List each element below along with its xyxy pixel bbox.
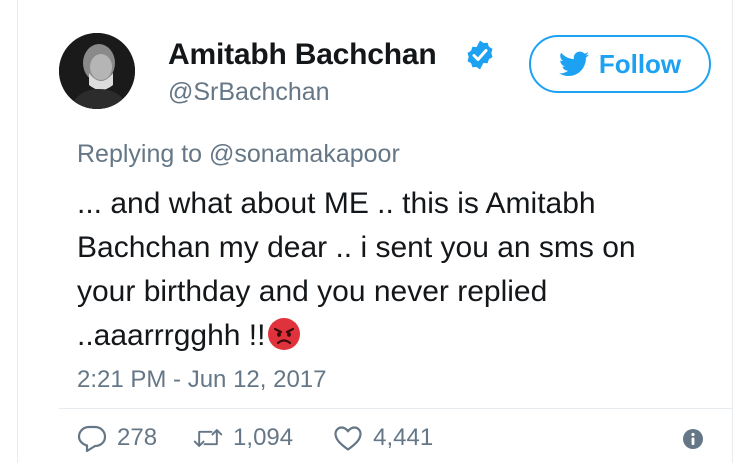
- author-handle[interactable]: @SrBachchan: [168, 78, 330, 107]
- retweet-button[interactable]: 1,094: [193, 423, 293, 453]
- reply-button[interactable]: 278: [77, 423, 157, 453]
- retweet-icon: [193, 429, 223, 447]
- reply-icon: [77, 425, 107, 453]
- follow-button-label: Follow: [598, 48, 682, 79]
- avatar[interactable]: [59, 33, 135, 109]
- tweet-text: ... and what about ME .. this is Amitabh…: [77, 182, 707, 358]
- divider: [59, 408, 732, 409]
- avatar-photo-icon: [59, 33, 135, 109]
- info-icon[interactable]: [682, 428, 704, 450]
- tweet-text-last-line: ..aaarrrgghh !!: [77, 314, 707, 358]
- tweet-text-line: Bachchan my dear .. i sent you an sms on: [77, 231, 636, 264]
- tweet-text-line: ..aaarrrgghh !!: [77, 319, 266, 352]
- heart-icon: [334, 426, 362, 451]
- angry-face-emoji-icon: [268, 318, 301, 350]
- tweet-actions: 278 1,094 4,441: [77, 422, 433, 454]
- twitter-bird-icon: [558, 51, 589, 76]
- reply-count: 278: [117, 424, 158, 451]
- author-display-name[interactable]: Amitabh Bachchan: [168, 38, 437, 72]
- follow-button[interactable]: Follow: [529, 35, 711, 93]
- like-count: 4,441: [373, 424, 434, 451]
- tweet-card: Amitabh Bachchan @SrBachchan Follow Repl…: [17, 0, 733, 463]
- tweet-text-line: your birthday and you never replied: [77, 275, 548, 308]
- retweet-count: 1,094: [233, 424, 294, 451]
- like-button[interactable]: 4,441: [333, 423, 433, 453]
- replying-to-text[interactable]: Replying to @sonamakapoor: [77, 140, 400, 169]
- tweet-text-line: ... and what about ME .. this is Amitabh: [77, 187, 596, 220]
- tweet-timestamp[interactable]: 2:21 PM - Jun 12, 2017: [77, 366, 327, 394]
- verified-badge-icon: [467, 40, 493, 70]
